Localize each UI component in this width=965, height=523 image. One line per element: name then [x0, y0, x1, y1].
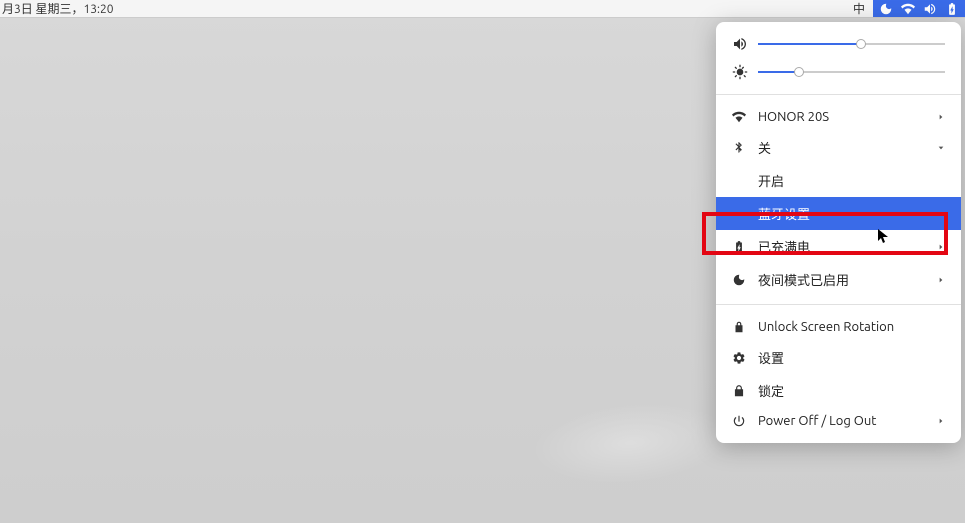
volume-icon	[732, 36, 748, 52]
bluetooth-icon	[732, 141, 746, 155]
battery-label: 已充满电	[758, 237, 925, 256]
power-menu-item[interactable]: Power Off / Log Out	[716, 407, 961, 435]
battery-icon	[945, 2, 959, 16]
bluetooth-enable-label: 开启	[758, 171, 784, 190]
brightness-icon	[732, 64, 748, 80]
separator	[716, 304, 961, 305]
top-bar: 月3日 星期三，13:20 中	[0, 0, 965, 18]
rotation-label: Unlock Screen Rotation	[758, 320, 945, 334]
wifi-icon	[901, 2, 915, 16]
battery-menu-item[interactable]: 已充满电	[716, 230, 961, 263]
volume-slider-row	[716, 30, 961, 58]
bluetooth-settings-item[interactable]: 蓝牙设置	[716, 197, 961, 230]
settings-label: 设置	[758, 348, 945, 367]
power-label: Power Off / Log Out	[758, 414, 925, 428]
system-menu-popover: HONOR 20S 关 开启 蓝牙设置 已充满电 夜间模式已启用 Unlock …	[716, 22, 961, 443]
wifi-menu-item[interactable]: HONOR 20S	[716, 103, 961, 131]
bluetooth-label: 关	[758, 138, 925, 157]
wallpaper-decoration	[528, 394, 734, 491]
datetime-label[interactable]: 月3日 星期三，13:20	[0, 0, 114, 17]
rotation-lock-icon	[732, 320, 746, 334]
lock-label: 锁定	[758, 381, 945, 400]
wifi-icon	[732, 110, 746, 124]
settings-menu-item[interactable]: 设置	[716, 341, 961, 374]
nightlight-menu-item[interactable]: 夜间模式已启用	[716, 263, 961, 296]
volume-slider[interactable]	[758, 37, 945, 51]
night-light-icon	[732, 273, 746, 287]
bluetooth-settings-label: 蓝牙设置	[758, 204, 810, 223]
brightness-slider[interactable]	[758, 65, 945, 79]
rotation-menu-item[interactable]: Unlock Screen Rotation	[716, 313, 961, 341]
chevron-down-icon	[937, 141, 945, 155]
brightness-slider-row	[716, 58, 961, 86]
lock-icon	[732, 384, 746, 398]
chevron-right-icon	[937, 240, 945, 254]
system-tray[interactable]	[873, 0, 965, 17]
nightlight-label: 夜间模式已启用	[758, 270, 925, 289]
wifi-label: HONOR 20S	[758, 110, 925, 124]
night-light-icon	[879, 2, 893, 16]
power-icon	[732, 414, 746, 428]
volume-icon	[923, 2, 937, 16]
bluetooth-enable-item[interactable]: 开启	[716, 164, 961, 197]
bluetooth-menu-item[interactable]: 关	[716, 131, 961, 164]
chevron-right-icon	[937, 414, 945, 428]
chevron-right-icon	[937, 273, 945, 287]
lock-menu-item[interactable]: 锁定	[716, 374, 961, 407]
chevron-right-icon	[937, 110, 945, 124]
battery-icon	[732, 240, 746, 254]
separator	[716, 94, 961, 95]
gear-icon	[732, 351, 746, 365]
ime-indicator[interactable]: 中	[845, 0, 873, 17]
